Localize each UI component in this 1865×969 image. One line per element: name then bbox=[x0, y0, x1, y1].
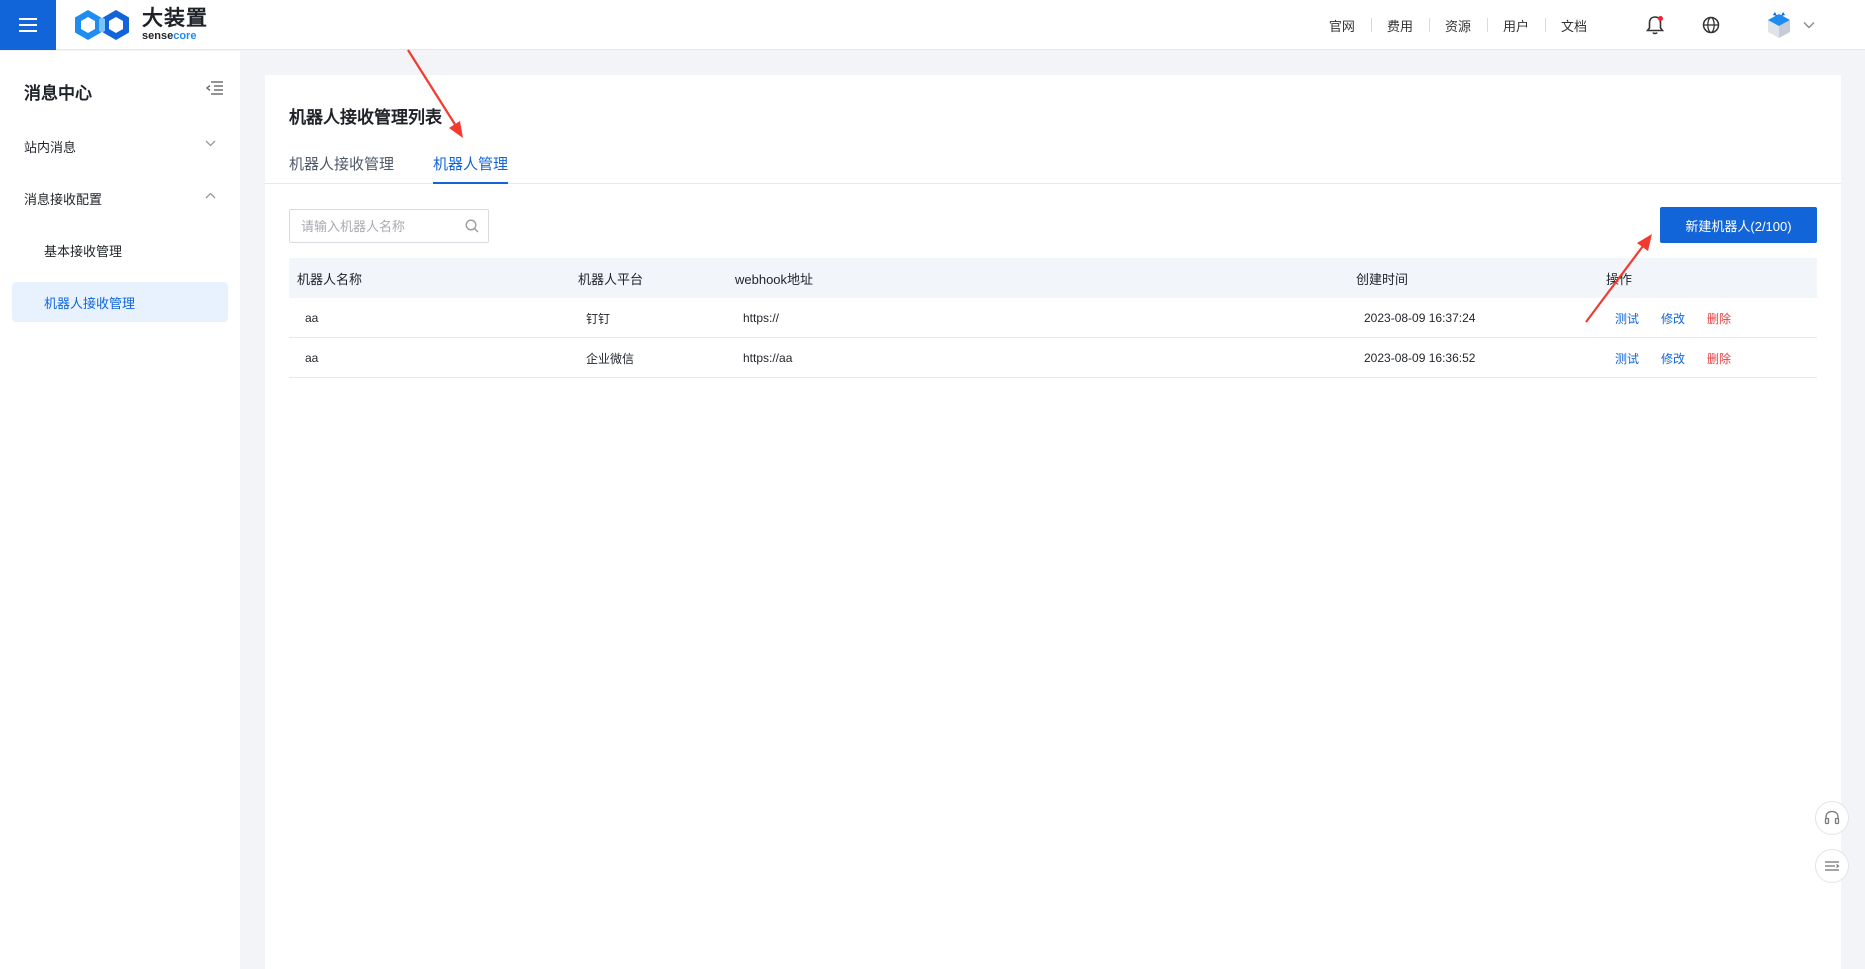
sidebar-item-basic-receive[interactable]: 基本接收管理 bbox=[12, 230, 228, 270]
search-input[interactable] bbox=[301, 218, 461, 234]
table-header: 机器人名称 机器人平台 webhook地址 创建时间 操作 bbox=[289, 258, 1817, 298]
nav-users[interactable]: 用户 bbox=[1486, 16, 1545, 35]
sidebar-title: 消息中心 bbox=[24, 84, 92, 103]
sidebar-item-label: 站内消息 bbox=[24, 139, 77, 155]
sidebar-item-label: 基本接收管理 bbox=[44, 243, 123, 259]
nav-resources[interactable]: 资源 bbox=[1428, 16, 1487, 35]
sidebar-item-site-messages[interactable]: 站内消息 bbox=[12, 126, 228, 166]
nav-billing[interactable]: 费用 bbox=[1370, 16, 1429, 35]
column-header-webhook: webhook地址 bbox=[735, 271, 814, 287]
table-row: aa 企业微信 https://aa 2023-08-09 16:36:52 测… bbox=[289, 338, 1817, 378]
test-button[interactable]: 测试 bbox=[1615, 338, 1639, 378]
customer-service-button[interactable] bbox=[1815, 801, 1849, 835]
logo[interactable]: 大装置 sensecore bbox=[72, 6, 208, 44]
menu-button[interactable] bbox=[0, 0, 56, 50]
logo-subtitle-part1: sense bbox=[142, 30, 174, 42]
page-title: 机器人接收管理列表 bbox=[289, 108, 442, 127]
top-nav: 官网 费用 资源 用户 文档 bbox=[1313, 0, 1865, 50]
column-header-name: 机器人名称 bbox=[297, 271, 363, 287]
main-card: 机器人接收管理列表 机器人接收管理 机器人管理 新建机器人(2/100) 机器人… bbox=[265, 75, 1841, 969]
column-header-created: 创建时间 bbox=[1356, 271, 1409, 287]
search-icon[interactable] bbox=[465, 219, 479, 233]
globe-icon bbox=[1702, 16, 1720, 34]
sidebar-item-label: 机器人接收管理 bbox=[44, 295, 136, 311]
search-box bbox=[289, 209, 489, 243]
tab-robot-management[interactable]: 机器人管理 bbox=[433, 153, 509, 184]
menu-float-button[interactable] bbox=[1815, 849, 1849, 883]
column-header-platform: 机器人平台 bbox=[578, 271, 644, 287]
logo-title: 大装置 bbox=[142, 7, 208, 30]
chevron-down-icon bbox=[205, 140, 216, 147]
logo-mark bbox=[75, 10, 129, 40]
avatar-icon bbox=[1768, 12, 1790, 38]
logo-subtitle: sensecore bbox=[142, 31, 208, 42]
column-header-actions: 操作 bbox=[1606, 271, 1633, 287]
cell-created: 2023-08-09 16:36:52 bbox=[1364, 351, 1476, 365]
nav-official-site[interactable]: 官网 bbox=[1313, 16, 1371, 35]
notification-dot bbox=[1658, 16, 1663, 21]
cell-platform: 企业微信 bbox=[586, 351, 635, 366]
list-icon bbox=[1825, 861, 1840, 871]
tab-bar: 机器人接收管理 机器人管理 bbox=[265, 153, 1841, 184]
cell-webhook: https:// bbox=[743, 311, 780, 325]
collapse-sidebar-icon[interactable] bbox=[204, 79, 224, 97]
notification-button[interactable] bbox=[1643, 13, 1667, 37]
cell-webhook: https://aa bbox=[743, 351, 793, 365]
cell-name: aa bbox=[305, 311, 319, 325]
delete-button[interactable]: 删除 bbox=[1707, 298, 1731, 338]
delete-button[interactable]: 删除 bbox=[1707, 338, 1731, 378]
cell-created: 2023-08-09 16:37:24 bbox=[1364, 311, 1476, 325]
new-robot-button[interactable]: 新建机器人(2/100) bbox=[1660, 207, 1817, 243]
user-menu[interactable] bbox=[1765, 11, 1815, 39]
sidebar-item-robot-receive[interactable]: 机器人接收管理 bbox=[12, 282, 228, 322]
edit-button[interactable]: 修改 bbox=[1661, 298, 1685, 338]
sidebar: 消息中心 站内消息 消息接收配置 基本接收管理 机器人接收管理 bbox=[0, 51, 240, 969]
sidebar-item-receive-config[interactable]: 消息接收配置 bbox=[12, 178, 228, 218]
menu-icon bbox=[19, 18, 37, 32]
nav-docs[interactable]: 文档 bbox=[1544, 16, 1603, 35]
cell-name: aa bbox=[305, 351, 319, 365]
chevron-up-icon bbox=[205, 192, 216, 199]
headset-icon bbox=[1824, 810, 1840, 825]
test-button[interactable]: 测试 bbox=[1615, 298, 1639, 338]
cell-platform: 钉钉 bbox=[586, 311, 611, 326]
logo-subtitle-part2: core bbox=[173, 30, 197, 42]
table-row: aa 钉钉 https:// 2023-08-09 16:37:24 测试 修改… bbox=[289, 298, 1817, 338]
robot-table: 机器人名称 机器人平台 webhook地址 创建时间 操作 aa 钉钉 http… bbox=[289, 258, 1817, 378]
tab-robot-receive[interactable]: 机器人接收管理 bbox=[289, 153, 394, 184]
sidebar-item-label: 消息接收配置 bbox=[24, 191, 103, 207]
chevron-down-icon bbox=[1803, 22, 1815, 29]
language-button[interactable] bbox=[1699, 13, 1723, 37]
edit-button[interactable]: 修改 bbox=[1661, 338, 1685, 378]
top-bar: 大装置 sensecore 官网 费用 资源 用户 文档 bbox=[0, 0, 1865, 50]
